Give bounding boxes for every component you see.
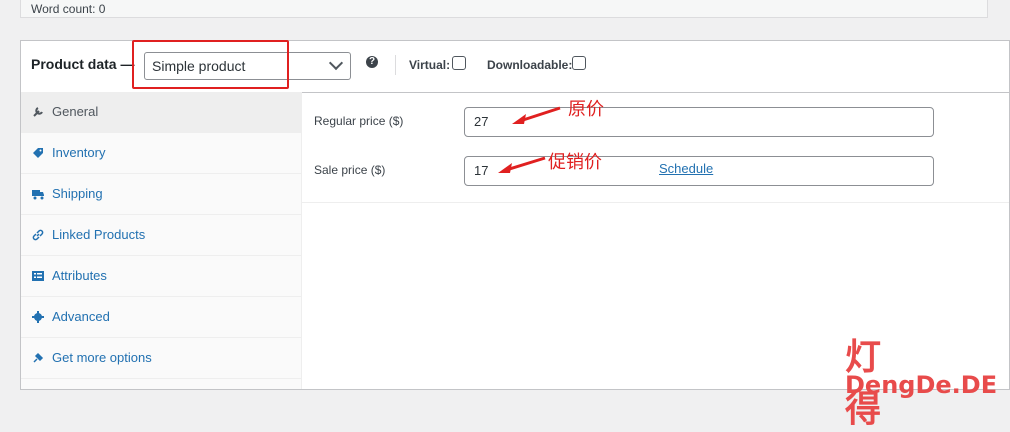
tab-label: General <box>52 104 99 119</box>
plugin-icon <box>33 352 44 363</box>
gear-icon <box>32 311 44 323</box>
divider <box>395 55 396 75</box>
tab-label: Attributes <box>52 268 107 283</box>
downloadable-label: Downloadable: <box>487 58 573 72</box>
watermark-domain: DengDe.DE <box>845 371 998 399</box>
highlight-box <box>132 40 289 89</box>
tab-advanced[interactable]: Advanced <box>21 297 301 338</box>
tab-get-more-options[interactable]: Get more options <box>21 338 301 379</box>
tab-attributes[interactable]: Attributes <box>21 256 301 297</box>
tab-label: Shipping <box>52 186 103 201</box>
tab-label: Linked Products <box>52 227 146 242</box>
tag-icon <box>33 148 43 158</box>
sale-price-note: 促销价 <box>548 152 602 173</box>
wrench-icon <box>33 107 43 117</box>
product-data-tabs: General Inventory Shipping Linked Produc… <box>21 92 302 389</box>
list-icon <box>32 271 44 281</box>
tab-inventory[interactable]: Inventory <box>21 133 301 174</box>
schedule-link[interactable]: Schedule <box>659 161 713 176</box>
tab-label: Inventory <box>52 145 106 160</box>
truck-icon <box>32 190 44 200</box>
tab-linked-products[interactable]: Linked Products <box>21 215 301 256</box>
tab-general[interactable]: General <box>21 92 301 133</box>
virtual-checkbox[interactable] <box>452 56 466 70</box>
word-count: Word count: 0 <box>20 0 988 18</box>
tab-label: Get more options <box>52 350 152 365</box>
virtual-label: Virtual: <box>409 58 451 72</box>
general-panel: Regular price ($) 27 Sale price ($) 17 <box>302 92 1009 203</box>
product-data-title: Product data — <box>31 56 135 72</box>
regular-price-label: Regular price ($) <box>314 114 404 128</box>
tab-label: Advanced <box>52 309 110 324</box>
link-icon <box>32 229 44 241</box>
original-price-note: 原价 <box>568 99 604 120</box>
downloadable-checkbox[interactable] <box>572 56 586 70</box>
chevron-down-icon <box>328 55 344 71</box>
regular-price-input[interactable]: 27 <box>464 107 934 137</box>
help-icon[interactable]: ? <box>366 56 378 68</box>
product-data-header: Product data — Simple product ? Virtual:… <box>21 40 1009 93</box>
sale-price-label: Sale price ($) <box>314 163 386 177</box>
tab-shipping[interactable]: Shipping <box>21 174 301 215</box>
